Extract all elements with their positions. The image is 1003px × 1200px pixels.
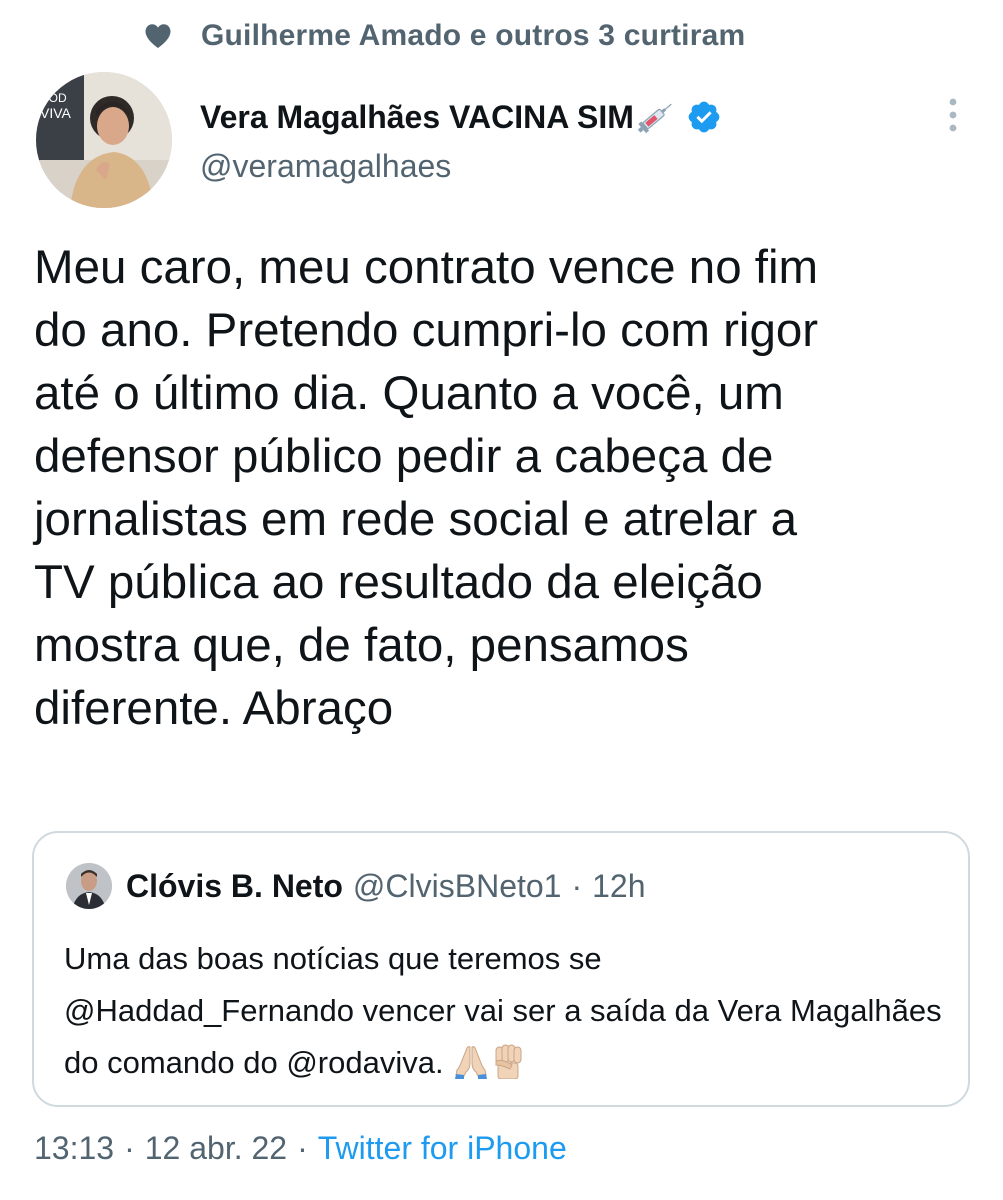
- social-context: Guilherme Amado e outros 3 curtiram: [143, 14, 745, 58]
- quoted-author-handle[interactable]: @ClvisBNeto1: [353, 868, 562, 905]
- quoted-header: Clóvis B. Neto @ClvisBNeto1 · 12h: [126, 861, 646, 911]
- quoted-text-part-1: Uma das boas notícias que teremos se: [64, 941, 602, 976]
- author-handle[interactable]: @veramagalhaes: [200, 148, 722, 185]
- author-display-name[interactable]: Vera Magalhães VACINA SIM: [200, 99, 634, 136]
- meta-separator: ·: [124, 1129, 135, 1166]
- liked-by-text[interactable]: Guilherme Amado e outros 3 curtiram: [201, 19, 745, 53]
- svg-text:VIVA: VIVA: [40, 105, 72, 121]
- more-options-icon[interactable]: [938, 96, 968, 136]
- quoted-author-name[interactable]: Clóvis B. Neto: [126, 868, 343, 905]
- raised-fist-icon: [490, 1041, 528, 1080]
- quoted-text: Uma das boas notícias que teremos se @Had…: [64, 933, 954, 1089]
- tweet-metadata: 13:13 · 12 abr. 22 · Twitter for iPhone: [34, 1124, 567, 1172]
- meta-separator: ·: [297, 1129, 308, 1166]
- verified-badge-icon: [686, 99, 722, 135]
- tweet-text: Meu caro, meu contrato vence no fim do a…: [34, 241, 819, 735]
- tweet-source-link[interactable]: Twitter for iPhone: [318, 1130, 567, 1167]
- tweet-time[interactable]: 13:13: [34, 1130, 114, 1167]
- avatar[interactable]: ROD VIVA: [36, 72, 172, 208]
- author-name-row[interactable]: Vera Magalhães VACINA SIM: [200, 92, 722, 142]
- folded-hands-icon: [452, 1041, 490, 1079]
- quoted-tweet[interactable]: Clóvis B. Neto @ClvisBNeto1 · 12h Uma da…: [32, 831, 970, 1107]
- mention-rodaviva[interactable]: @rodaviva: [286, 1045, 435, 1080]
- quoted-avatar[interactable]: [66, 863, 112, 909]
- quoted-text-part-3: .: [434, 1045, 444, 1080]
- quoted-timestamp[interactable]: 12h: [592, 868, 645, 905]
- tweet-author: Vera Magalhães VACINA SIM @veramagalhaes: [200, 92, 722, 185]
- tweet-date[interactable]: 12 abr. 22: [145, 1130, 287, 1167]
- syringe-icon: [636, 100, 676, 134]
- svg-text:ROD: ROD: [40, 91, 67, 105]
- heart-icon: [143, 21, 173, 51]
- quoted-separator: ·: [571, 867, 583, 904]
- mention-haddad[interactable]: @Haddad_Fernando: [64, 993, 354, 1028]
